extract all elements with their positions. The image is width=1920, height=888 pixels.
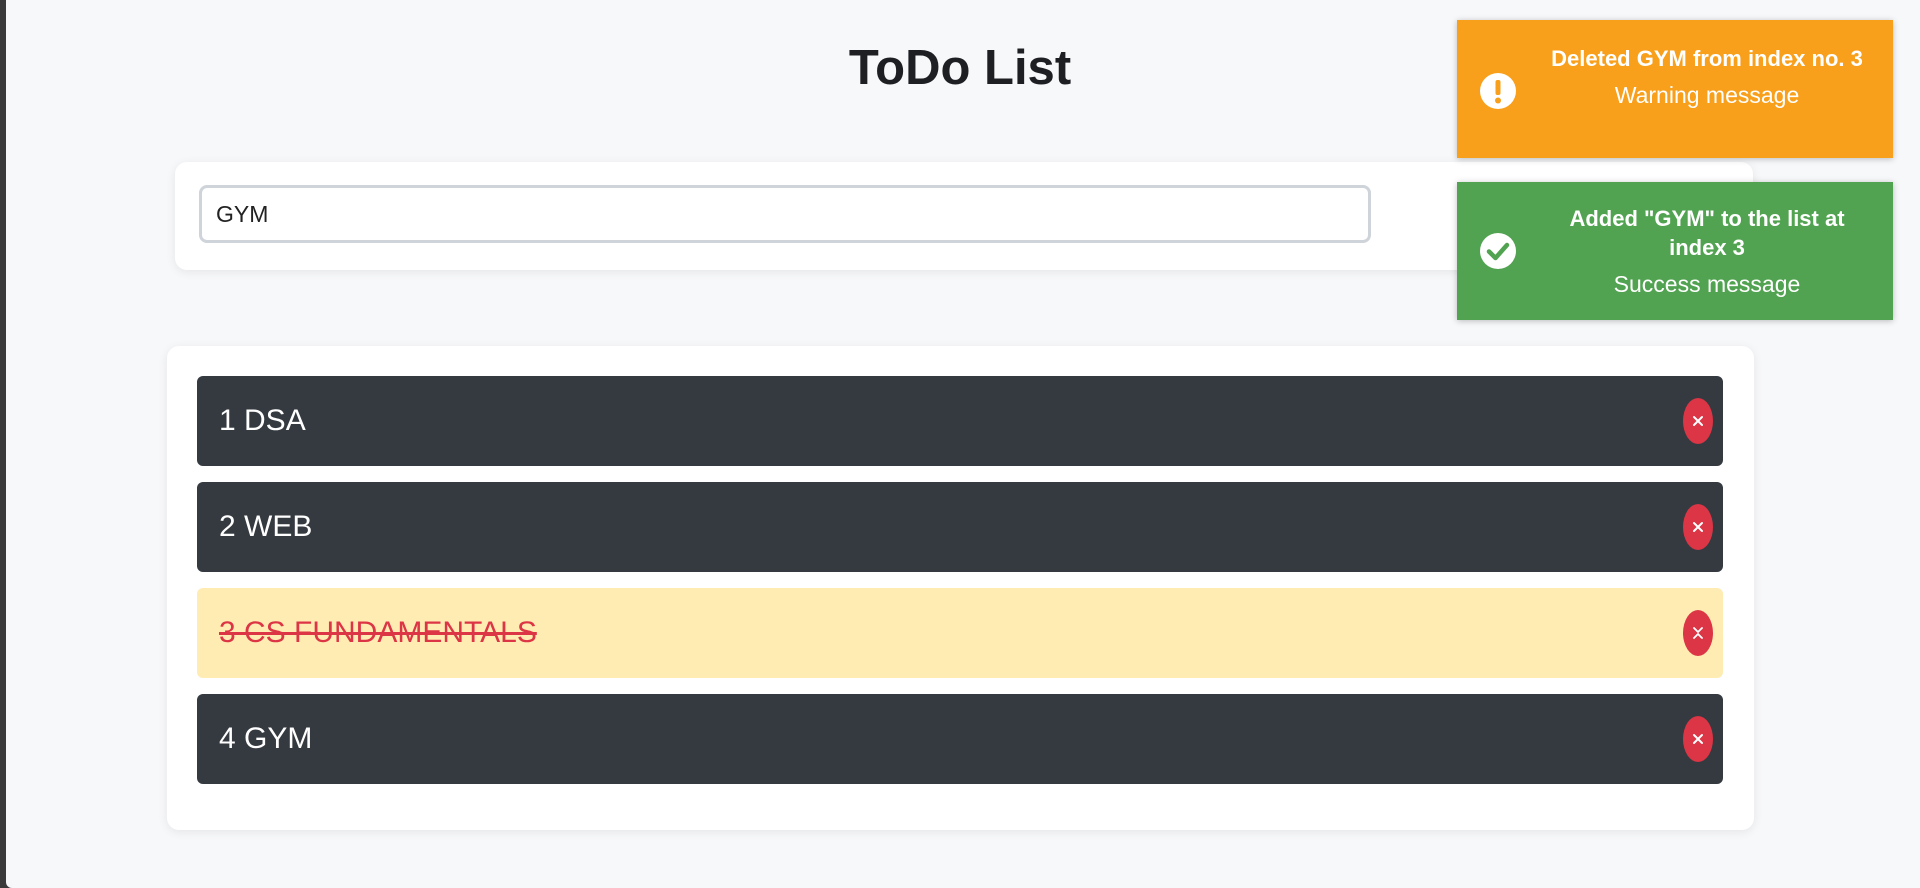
check-icon xyxy=(1480,233,1516,269)
todo-item-completed[interactable]: 3 CS FUNDAMENTALS xyxy=(197,588,1723,678)
toast-title: Deleted GYM from index no. 3 xyxy=(1551,46,1863,71)
close-icon xyxy=(1693,734,1703,744)
toast-title: Added "GYM" to the list at index 3 xyxy=(1569,206,1845,260)
todo-item[interactable]: 4 GYM xyxy=(197,694,1723,784)
todo-item[interactable]: 2 WEB xyxy=(197,482,1723,572)
todo-item-label: 4 GYM xyxy=(219,722,313,755)
todo-item[interactable]: 1 DSA xyxy=(197,376,1723,466)
toast-message: Warning message xyxy=(1614,82,1800,108)
todo-item-label: 3 CS FUNDAMENTALS xyxy=(219,616,537,649)
toast-body: Deleted GYM from index no. 3 Warning mes… xyxy=(1539,44,1875,110)
close-icon xyxy=(1693,416,1703,426)
toast-body: Added "GYM" to the list at index 3 Succe… xyxy=(1539,204,1875,299)
toast-warning[interactable]: Deleted GYM from index no. 3 Warning mes… xyxy=(1457,20,1893,158)
close-icon xyxy=(1693,522,1703,532)
delete-button[interactable] xyxy=(1683,610,1713,656)
delete-button[interactable] xyxy=(1683,398,1713,444)
todo-item-label: 2 WEB xyxy=(219,510,313,543)
todo-list: 1 DSA 2 WEB 3 CS FUNDAMENTALS 4 GYM xyxy=(167,346,1754,830)
delete-button[interactable] xyxy=(1683,504,1713,550)
toast-success[interactable]: Added "GYM" to the list at index 3 Succe… xyxy=(1457,182,1893,320)
collapse-icon xyxy=(1693,627,1703,639)
toast-message: Success message xyxy=(1613,271,1801,297)
delete-button[interactable] xyxy=(1683,716,1713,762)
todo-input[interactable] xyxy=(199,185,1371,243)
exclamation-icon xyxy=(1480,73,1516,109)
todo-item-label: 1 DSA xyxy=(219,404,306,437)
